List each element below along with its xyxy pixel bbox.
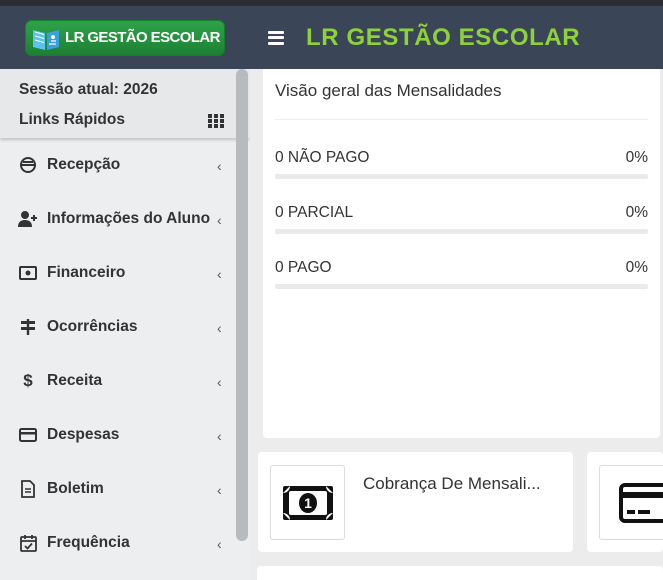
stat-parcial: 0 PARCIAL 0% [275,204,648,244]
credit-card-icon [599,465,663,540]
session-panel: Sessão atual: 2026 Links Rápidos [0,69,250,138]
sidebar-menu: Recepção ‹ Informações do Aluno ‹ Financ… [0,138,250,570]
logo-area[interactable]: LR GESTÃO ESCOLAR [0,6,250,69]
sidebar-item-financeiro[interactable]: Financeiro ‹ [0,246,250,300]
stat-pago: 0 PAGO 0% [275,259,648,299]
sidebar-item-ocorrencias[interactable]: Ocorrências ‹ [0,300,250,354]
svg-text:1: 1 [304,495,312,511]
chevron-left-icon: ‹ [217,158,222,174]
book-logo-icon [31,24,61,52]
mensalidades-overview-card: Visão geral das Mensalidades 0 NÃO PAGO … [263,69,660,438]
sidebar-item-label: Informações do Aluno [47,210,211,227]
grid-icon[interactable] [208,114,225,128]
chevron-left-icon: ‹ [217,536,222,552]
progress-bar [275,284,648,289]
sidebar-item-label: Financeiro [47,264,126,281]
card-divider [275,119,648,120]
signpost-icon [18,317,38,337]
session-label: Sessão atual: 2026 [19,81,158,98]
menu-toggle-icon[interactable] [268,30,284,45]
dollar-icon: $ [23,371,33,390]
sidebar-item-receita[interactable]: $ Receita ‹ [0,354,250,408]
sidebar-item-label: Despesas [47,426,120,443]
sidebar-scrollbar[interactable] [236,69,248,541]
calendar-check-icon [18,533,38,553]
logo-text: LR GESTÃO ESCOLAR [65,29,220,46]
sidebar-item-boletim[interactable]: Boletim ‹ [0,462,250,516]
document-icon [18,479,38,499]
chevron-left-icon: ‹ [217,374,222,390]
card-title: Visão geral das Mensalidades [275,81,502,100]
app-logo[interactable]: LR GESTÃO ESCOLAR [25,19,225,56]
chevron-left-icon: ‹ [217,266,222,282]
stat-label: 0 PARCIAL [275,204,354,221]
credit-card-icon [18,425,38,445]
sidebar: Sessão atual: 2026 Links Rápidos Recepçã… [0,69,250,580]
sidebar-item-label: Recepção [47,156,121,173]
app-title: LR GESTÃO ESCOLAR [306,23,581,51]
money-bill-icon: 1 [270,465,345,540]
sidebar-item-despesas[interactable]: Despesas ‹ [0,408,250,462]
sidebar-item-label: Frequência [47,534,130,551]
stat-percent: 0% [625,204,648,221]
sidebar-item-frequencia[interactable]: Frequência ‹ [0,516,250,570]
sidebar-item-label: Boletim [47,480,104,497]
bottom-card [257,566,663,580]
reception-icon [18,155,38,175]
stat-percent: 0% [625,149,648,166]
chevron-left-icon: ‹ [217,320,222,336]
progress-bar [275,174,648,179]
tile-cobranca-mensalidades[interactable]: 1 Cobrança De Mensali... [258,452,573,552]
stat-nao-pago: 0 NÃO PAGO 0% [275,149,648,189]
tile-label: Cobrança De Mensali... [363,474,541,493]
sidebar-item-recepcao[interactable]: Recepção ‹ [0,138,250,192]
sidebar-item-label: Receita [47,372,103,389]
progress-bar [275,229,648,234]
stat-label: 0 NÃO PAGO [275,149,370,166]
money-bill-icon [18,263,38,283]
chevron-left-icon: ‹ [217,482,222,498]
stat-label: 0 PAGO [275,259,332,276]
stat-percent: 0% [625,259,648,276]
sidebar-item-label: Ocorrências [47,318,138,335]
sidebar-item-informacoes-aluno[interactable]: Informações do Aluno ‹ [0,192,250,246]
top-header: LR GESTÃO ESCOLAR LR GESTÃO ESCOLAR [0,6,663,69]
user-plus-icon [18,209,38,229]
chevron-left-icon: ‹ [217,212,222,228]
tile-despesas-card[interactable] [587,452,663,552]
chevron-left-icon: ‹ [217,428,222,444]
